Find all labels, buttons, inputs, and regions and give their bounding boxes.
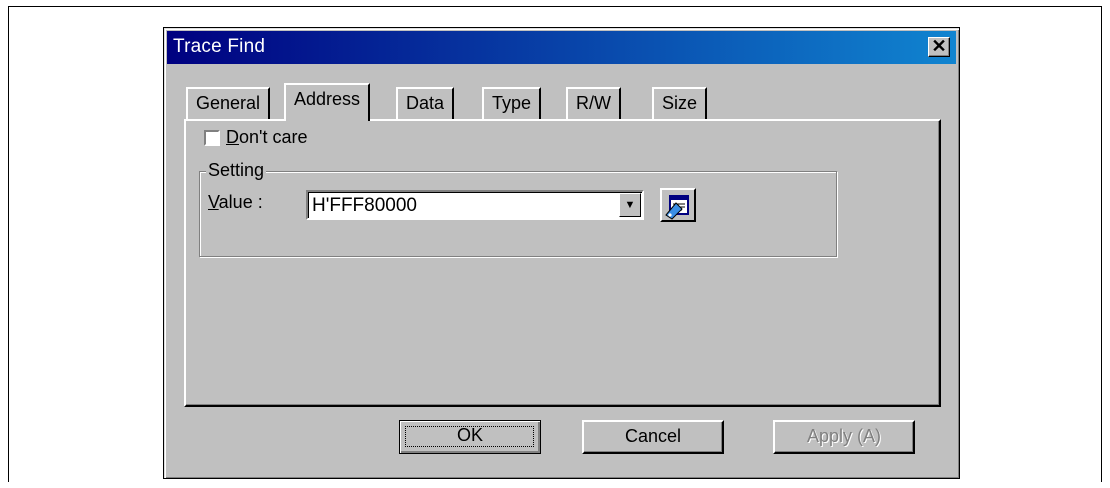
tab-type[interactable]: Type	[482, 87, 542, 119]
cancel-button[interactable]: Cancel	[582, 420, 724, 454]
address-tab-panel: Don't care Setting Value : H'FFF80000 ▼	[184, 119, 941, 407]
tab-general[interactable]: General	[186, 87, 271, 119]
cancel-button-label: Cancel	[624, 426, 682, 446]
close-icon: ✕	[931, 36, 947, 56]
dont-care-label: Don't care	[226, 127, 308, 147]
value-label: Value :	[208, 192, 263, 212]
value-combobox[interactable]: H'FFF80000 ▼	[306, 190, 644, 220]
dont-care-row[interactable]: Don't care	[204, 127, 307, 148]
setting-group-label: Setting	[206, 160, 267, 181]
tab-address[interactable]: Address	[284, 83, 371, 121]
trace-find-dialog: Trace Find ✕ General Address Data Type R…	[163, 27, 960, 479]
dont-care-checkbox[interactable]	[204, 130, 220, 147]
setting-group: Setting Value : H'FFF80000 ▼	[199, 160, 837, 257]
dropdown-button[interactable]: ▼	[619, 193, 641, 217]
ok-button[interactable]: OK	[399, 420, 541, 454]
symbol-browse-icon	[665, 195, 689, 220]
tab-size[interactable]: Size	[652, 87, 708, 119]
tab-rw[interactable]: R/W	[566, 87, 621, 119]
title-bar[interactable]: Trace Find ✕	[167, 31, 956, 64]
close-button[interactable]: ✕	[928, 37, 950, 57]
focus-rectangle	[405, 426, 534, 447]
dialog-title: Trace Find	[173, 36, 266, 57]
apply-button-label: Apply (A)	[806, 426, 882, 446]
value-input[interactable]: H'FFF80000	[312, 195, 417, 217]
chevron-down-icon: ▼	[624, 199, 636, 211]
browse-symbol-button[interactable]	[660, 188, 696, 222]
tab-data[interactable]: Data	[396, 87, 455, 119]
apply-button[interactable]: Apply (A)	[773, 420, 915, 454]
